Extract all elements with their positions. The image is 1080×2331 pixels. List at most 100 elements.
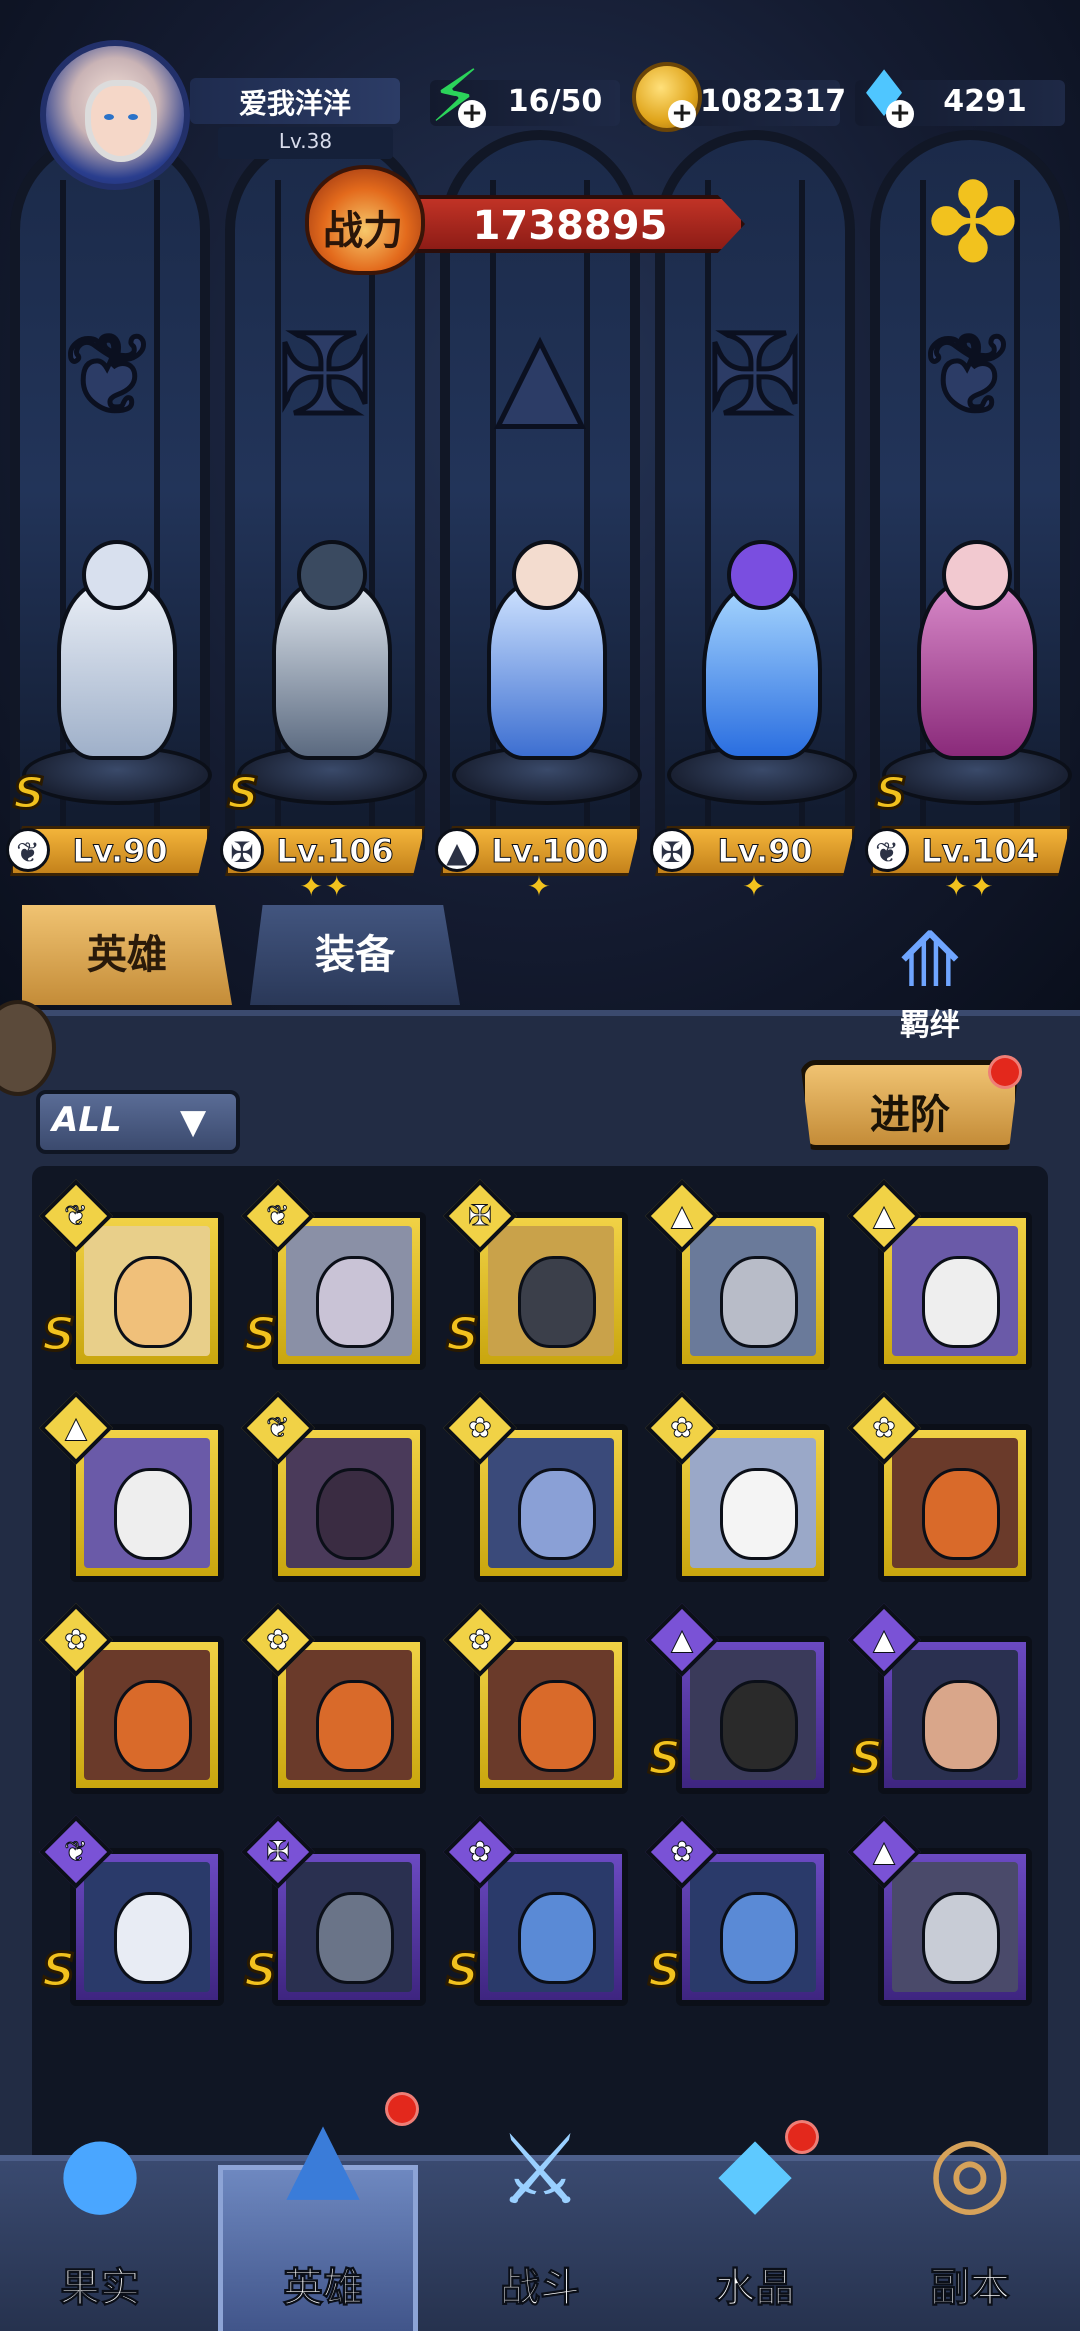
add-gems-button[interactable]: + — [886, 100, 914, 128]
hero-slot-1[interactable] — [22, 540, 212, 770]
hero-face — [922, 1892, 1000, 1984]
hero-face — [316, 1680, 394, 1772]
player-name: 爱我洋洋 — [238, 87, 351, 120]
notification-dot — [988, 1055, 1022, 1089]
hero-slot-2[interactable] — [237, 540, 427, 770]
hero-head — [942, 540, 1012, 610]
avatar-eye — [128, 114, 138, 120]
hero-face — [316, 1256, 394, 1348]
hero-face — [720, 1256, 798, 1348]
class-glyph: ✠ — [266, 1834, 290, 1868]
gold-value: 1082317 — [700, 84, 847, 119]
nav-battle[interactable]: ⚔ 战斗 — [440, 2105, 640, 2331]
hero-portrait — [892, 1650, 1018, 1780]
wing-slot-icon[interactable]: ❦ — [890, 309, 1050, 442]
class-glyph: ▲ — [671, 1198, 694, 1232]
hero-portrait — [488, 1862, 614, 1992]
rank-s-badge: S — [242, 1942, 278, 1999]
add-energy-button[interactable]: + — [458, 100, 486, 128]
hero-slot-3[interactable] — [452, 540, 642, 770]
wrench-slot-icon[interactable]: ✠ — [245, 309, 405, 442]
rank-s-badge: S — [40, 1306, 76, 1363]
class-glyph: ✿ — [468, 1834, 492, 1868]
nav-hero[interactable]: ▲ 英雄 — [218, 2100, 418, 2331]
hero-level: Lv.90 — [72, 832, 168, 871]
nav-crystal[interactable]: ◆ 水晶 — [655, 2105, 855, 2331]
rank-s-badge: S — [848, 1730, 884, 1787]
hero-portrait — [892, 1438, 1018, 1568]
energy-value: 16/50 — [507, 84, 603, 119]
wrench-slot-icon[interactable]: ✠ — [675, 309, 835, 442]
hero-face — [114, 1892, 192, 1984]
nav-fruit[interactable]: ● 果实 — [0, 2105, 200, 2331]
rank-s-badge: S — [444, 1306, 480, 1363]
class-glyph: ✿ — [468, 1410, 492, 1444]
notification-dot — [785, 2120, 819, 2154]
nav-label: 副本 — [930, 2265, 1011, 2312]
bond-icon[interactable]: ⟰ — [880, 915, 980, 1005]
wizard-hat-icon: ▲ — [286, 2099, 360, 2211]
wing-slot-icon[interactable]: ❦ — [30, 309, 190, 442]
hero-face — [518, 1256, 596, 1348]
hat-slot-icon[interactable]: ▲ — [460, 309, 620, 442]
pinwheel-menu-icon[interactable]: ✤ — [915, 165, 1031, 281]
tab-hero[interactable]: 英雄 — [22, 905, 232, 1005]
class-glyph: ✿ — [468, 1622, 492, 1656]
player-level: Lv.38 — [278, 129, 333, 153]
player-avatar[interactable] — [40, 40, 190, 190]
class-glyph: ❦ — [266, 1198, 290, 1232]
fruit-icon: ● — [58, 2114, 142, 2226]
hero-stars: ✦✦ — [299, 870, 351, 903]
hero-head — [727, 540, 797, 610]
hero-head — [82, 540, 152, 610]
hero-level: Lv.104 — [921, 832, 1040, 871]
class-glyph: ▲ — [873, 1198, 896, 1232]
add-gold-button[interactable]: + — [668, 100, 696, 128]
hero-portrait — [84, 1226, 210, 1356]
hero-stars: ✦ — [527, 870, 553, 903]
hero-portrait — [690, 1226, 816, 1356]
nav-dungeon[interactable]: ◎ 副本 — [870, 2105, 1070, 2331]
class-glyph: ✠ — [468, 1198, 492, 1232]
rank-s-badge: S — [874, 768, 909, 819]
hero-portrait — [84, 1862, 210, 1992]
hero-face — [114, 1680, 192, 1772]
hero-face — [720, 1468, 798, 1560]
hero-face — [114, 1256, 192, 1348]
class-glyph: ✿ — [872, 1410, 896, 1444]
nav-label: 战斗 — [500, 2265, 581, 2312]
rank-s-badge: S — [226, 768, 261, 819]
hero-portrait — [690, 1438, 816, 1568]
rank-s-badge: S — [40, 1942, 76, 1999]
hero-slot-5[interactable] — [882, 540, 1072, 770]
hero-face — [316, 1892, 394, 1984]
avatar-face — [91, 86, 151, 156]
class-glyph: ▲ — [65, 1410, 88, 1444]
gem-value: 4291 — [943, 84, 1027, 119]
class-glyph: ❦ — [266, 1410, 290, 1444]
rank-s-badge: S — [242, 1306, 278, 1363]
power-value: 1738895 — [472, 203, 668, 249]
hero-stars: ✦✦ — [944, 870, 996, 903]
rank-s-badge: S — [646, 1730, 682, 1787]
hero-portrait — [690, 1650, 816, 1780]
bond-label[interactable]: 羁绊 — [880, 1000, 980, 1044]
hero-portrait — [488, 1438, 614, 1568]
hero-slot-4[interactable] — [667, 540, 857, 770]
hero-portrait — [84, 1438, 210, 1568]
class-glyph: ❦ — [64, 1198, 88, 1232]
hero-face — [720, 1680, 798, 1772]
hero-portrait — [690, 1862, 816, 1992]
rank-s-badge: S — [444, 1942, 480, 1999]
class-glyph: ▲ — [873, 1622, 896, 1656]
nav-label: 果实 — [60, 2265, 141, 2312]
notification-dot — [385, 2092, 419, 2126]
hero-portrait — [286, 1862, 412, 1992]
tab-equipment[interactable]: 装备 — [250, 905, 460, 1005]
class-glyph: ✿ — [266, 1622, 290, 1656]
hero-stars: ✦ — [742, 870, 768, 903]
hero-portrait — [892, 1226, 1018, 1356]
class-glyph: ✿ — [670, 1410, 694, 1444]
filter-label: ALL — [52, 1100, 122, 1140]
hero-portrait — [84, 1650, 210, 1780]
